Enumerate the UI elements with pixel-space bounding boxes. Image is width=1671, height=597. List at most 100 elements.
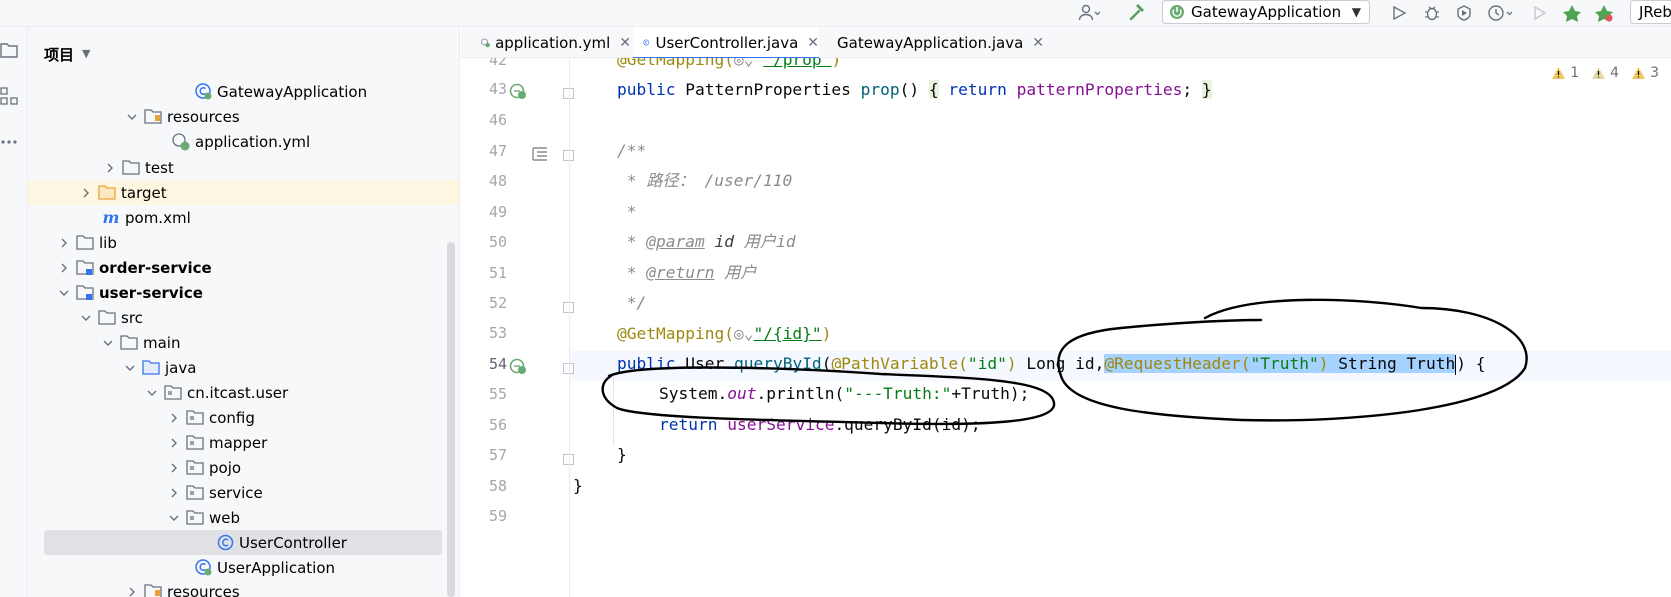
close-tab-icon[interactable]: ✕ <box>1032 35 1044 51</box>
code-line-53[interactable]: @GetMapping(◎⌄"/{id}") <box>617 319 1671 349</box>
build-hammer-icon[interactable] <box>1124 1 1150 25</box>
tree-item[interactable]: main <box>28 330 459 355</box>
chevron-down-icon[interactable] <box>166 510 182 526</box>
tree-item[interactable]: pojo <box>28 455 459 480</box>
spring-boot-icon <box>1170 5 1184 19</box>
gutter-separator <box>569 58 570 597</box>
folder-icon <box>98 309 116 327</box>
project-title[interactable]: 项目 <box>44 44 74 65</box>
chevron-right-icon[interactable] <box>166 410 182 426</box>
tree-item[interactable]: service <box>28 480 459 505</box>
line-number: 52 <box>488 294 507 312</box>
chevron-down-icon[interactable] <box>100 335 116 351</box>
chevron-down-icon[interactable] <box>124 109 140 125</box>
comment-token: * <box>617 263 647 282</box>
tree-item[interactable]: mapper <box>28 430 459 455</box>
tree-item[interactable]: m pom.xml <box>28 205 459 230</box>
run-configuration-select[interactable]: GatewayApplication ▼ <box>1162 0 1370 24</box>
coverage-icon[interactable] <box>1452 1 1476 25</box>
tree-item-selected[interactable]: UserController <box>44 530 442 555</box>
code-line-50[interactable]: * @param id 用户id <box>617 227 1671 257</box>
tree-item[interactable]: user-service <box>28 280 459 305</box>
tree-item[interactable]: application.yml <box>28 129 459 154</box>
debug-icon[interactable] <box>1420 1 1444 25</box>
tree-item[interactable]: target <box>28 180 459 205</box>
structure-icon[interactable] <box>0 85 18 107</box>
code-line-52[interactable]: */ <box>617 288 1671 318</box>
tree-item[interactable]: order-service <box>28 255 459 280</box>
tab-application-yml[interactable]: application.yml ✕ <box>471 27 631 58</box>
chevron-right-icon[interactable] <box>102 160 118 176</box>
chevron-down-icon[interactable] <box>78 310 94 326</box>
stop-run-icon[interactable] <box>1530 1 1550 25</box>
jrebel-run-icon[interactable] <box>1560 1 1584 25</box>
editor-tabs: application.yml ✕ UserController.java ✕ … <box>461 27 1671 59</box>
tab-label: UserController.java <box>655 33 799 52</box>
chevron-right-icon[interactable] <box>56 260 72 276</box>
project-folder-icon[interactable] <box>0 39 18 61</box>
tree-item[interactable]: test <box>28 155 459 180</box>
code-editor[interactable]: 42 43 46 47 48 49 50 51 52 53 54 55 56 5… <box>461 58 1671 597</box>
code-line-57[interactable]: } <box>617 440 1671 470</box>
paren-token: () <box>899 80 920 99</box>
chevron-down-icon[interactable] <box>122 360 138 376</box>
jrebel-button[interactable]: JRebel <box>1630 0 1671 24</box>
tree-item[interactable]: src <box>28 305 459 330</box>
jrebel-debug-icon[interactable] <box>1592 1 1616 25</box>
tree-item[interactable]: java <box>28 355 459 380</box>
chevron-right-icon[interactable] <box>166 485 182 501</box>
chevron-down-icon[interactable]: ▼ <box>82 47 90 60</box>
tree-item[interactable]: GatewayApplication <box>28 79 459 104</box>
code-line-42[interactable]: @GetMapping(◎⌄ "/prop") <box>617 58 1671 75</box>
chevron-right-icon[interactable] <box>166 435 182 451</box>
request-mapping-icon[interactable] <box>509 357 527 375</box>
tree-item-label: main <box>143 333 181 352</box>
chevron-right-icon[interactable] <box>124 584 140 597</box>
user-account-icon[interactable] <box>1072 1 1106 25</box>
tree-item[interactable]: resources <box>28 579 459 597</box>
code-line-55[interactable]: System.out.println("---Truth:"+Truth); <box>659 379 1671 409</box>
chevron-down-icon[interactable] <box>56 285 72 301</box>
documentation-toggle-icon[interactable] <box>531 144 549 162</box>
chevron-right-icon[interactable] <box>56 235 72 251</box>
line-number: 54 <box>488 355 507 373</box>
tree-item-label: target <box>121 183 167 202</box>
chevron-down-icon[interactable] <box>144 385 160 401</box>
tree-item[interactable]: web <box>28 505 459 530</box>
run-icon[interactable] <box>1388 1 1410 25</box>
tree-item[interactable]: UserApplication <box>28 555 459 580</box>
tree-item[interactable]: cn.itcast.user <box>28 380 459 405</box>
request-mapping-icon[interactable] <box>509 82 527 100</box>
brace-token: } <box>1201 80 1212 99</box>
code-line-54[interactable]: public User queryById(@PathVariable("id"… <box>617 349 1671 379</box>
param-token: id, <box>1075 354 1105 373</box>
more-tools-icon[interactable] <box>0 131 18 153</box>
tree-item[interactable]: lib <box>28 230 459 255</box>
chevron-right-icon[interactable] <box>78 185 94 201</box>
code-line-51[interactable]: * @return 用户 <box>617 258 1671 288</box>
code-line-47[interactable]: /** <box>617 136 1671 166</box>
tree-item[interactable]: config <box>28 405 459 430</box>
code-line-43[interactable]: public PatternProperties prop() { return… <box>617 75 1671 105</box>
tab-gatewayapplication-java[interactable]: GatewayApplication.java ✕ <box>821 27 1044 58</box>
code-line-48[interactable]: * 路径： /user/110 <box>617 166 1671 196</box>
tree-item[interactable]: resources <box>28 104 459 129</box>
project-scrollbar[interactable] <box>447 242 455 597</box>
resources-folder-icon <box>144 583 162 597</box>
package-icon <box>186 484 204 502</box>
close-tab-icon[interactable]: ✕ <box>807 35 819 51</box>
globe-icon[interactable]: ◎⌄ <box>734 324 754 343</box>
source-folder-icon <box>142 359 160 377</box>
code-line-56[interactable]: return userService.queryById(id); <box>659 410 1671 440</box>
profiler-icon[interactable] <box>1484 1 1518 25</box>
tree-item-label: resources <box>167 107 240 126</box>
tab-usercontroller-java[interactable]: UserController.java ✕ <box>633 27 819 59</box>
doc-tag-token: @param <box>646 232 705 251</box>
close-tab-icon[interactable]: ✕ <box>619 35 631 51</box>
chevron-right-icon[interactable] <box>166 460 182 476</box>
package-icon <box>186 434 204 452</box>
code-line-58[interactable]: } <box>573 471 1671 501</box>
editor-gutter: 42 43 46 47 48 49 50 51 52 53 54 55 56 5… <box>461 58 574 597</box>
code-line-49[interactable]: * <box>617 197 1671 227</box>
punct-token: ; <box>1182 80 1193 99</box>
